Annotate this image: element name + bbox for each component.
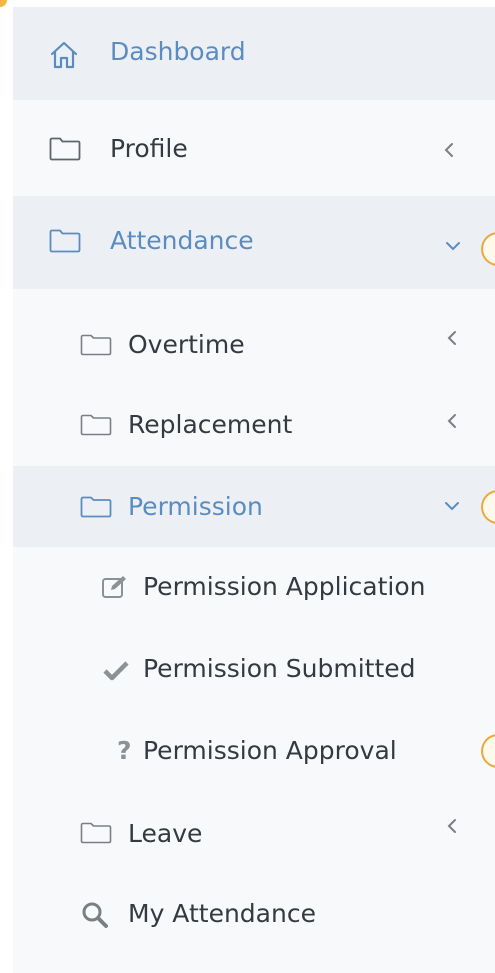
sidebar-item-my-attendance[interactable]: My Attendance [13,873,495,955]
sidebar-item-label: Permission Application [143,572,426,601]
sidebar-item-overtime[interactable]: Overtime [13,304,495,384]
sidebar-item-label: Attendance [110,226,254,255]
chevron-left-icon [443,142,455,162]
sidebar-item-label: Profile [110,134,188,163]
sidebar-item-label: Replacement [128,410,293,439]
sidebar-item-permission-application[interactable]: Permission Application [13,547,495,629]
sidebar-item-label: Overtime [128,330,245,359]
sidebar-item-permission-submitted[interactable]: Permission Submitted [13,629,495,711]
home-icon [49,40,79,70]
sidebar-item-label: Permission Approval [143,736,397,765]
sidebar-item-label: Permission [128,492,263,521]
sidebar-item-label: My Attendance [128,899,316,928]
sidebar-item-label: Leave [128,819,203,848]
chevron-left-icon [446,818,458,838]
check-icon [103,660,129,682]
sidebar-item-replacement[interactable]: Replacement [13,384,495,466]
search-icon [81,901,109,929]
folder-icon [80,822,112,844]
chevron-down-icon [445,237,461,256]
sidebar-item-label: Dashboard [110,37,246,66]
folder-icon [80,414,112,436]
chevron-left-icon [446,413,458,433]
edit-icon [101,574,129,600]
folder-icon [80,496,112,518]
question-icon: ? [117,736,132,765]
sidebar-item-label: Permission Submitted [143,654,416,683]
sidebar-item-permission[interactable]: Permission [13,466,495,547]
sidebar-item-profile[interactable]: Profile [13,100,495,196]
folder-icon [49,229,81,253]
folder-icon [49,137,81,161]
folder-icon [80,334,112,356]
chevron-left-icon [446,330,458,350]
sidebar-item-permission-approval[interactable]: ? Permission Approval [13,711,495,793]
chevron-down-icon [444,497,460,516]
sidebar-item-attendance[interactable]: Attendance [13,196,495,289]
sidebar-item-dashboard[interactable]: Dashboard [13,7,495,100]
sidebar-item-leave[interactable]: Leave [13,793,495,873]
